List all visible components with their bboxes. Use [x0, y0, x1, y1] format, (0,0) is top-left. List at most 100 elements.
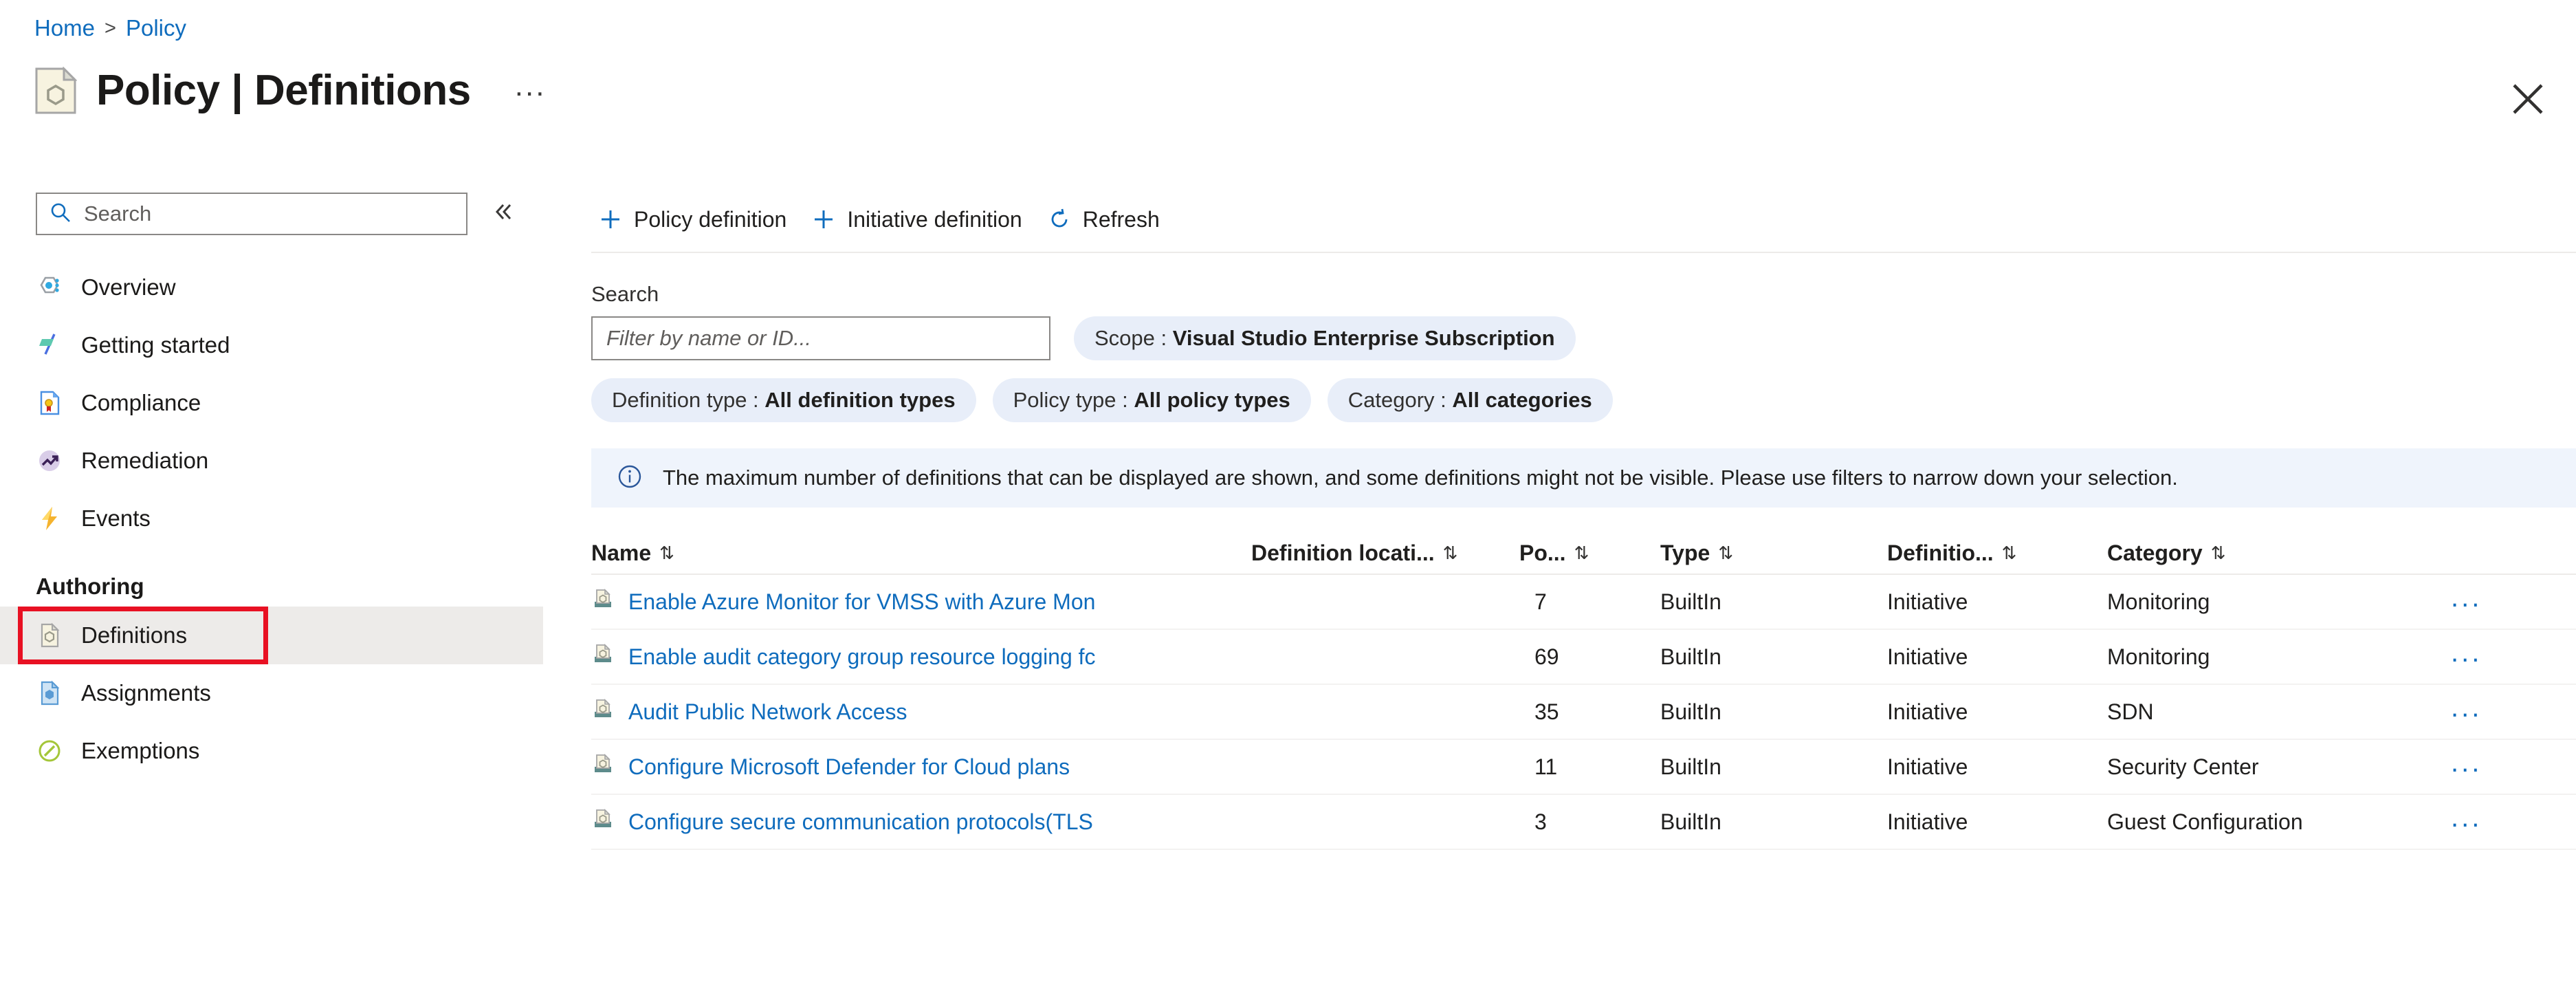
column-header-category[interactable]: Category ⇅ — [2107, 541, 2451, 566]
row-definition-type: Initiative — [1887, 754, 1968, 779]
sidebar-nav: Overview Getting started Compliance Reme… — [0, 259, 543, 780]
sidebar-item-label: Events — [81, 505, 151, 531]
table-row[interactable]: Enable Azure Monitor for VMSS with Azure… — [591, 575, 2576, 630]
compliance-ribbon-icon — [36, 389, 63, 417]
row-more-menu[interactable]: ... — [2451, 694, 2482, 730]
flag-icon — [36, 331, 63, 359]
breadcrumb-home[interactable]: Home — [34, 15, 95, 41]
search-icon — [49, 201, 71, 227]
definition-name-link[interactable]: Configure secure communication protocols… — [628, 809, 1093, 835]
sidebar: Search Overview Getting started Complian… — [0, 193, 543, 1004]
definition-name-link[interactable]: Audit Public Network Access — [628, 699, 907, 725]
table-body: Enable Azure Monitor for VMSS with Azure… — [591, 575, 2576, 850]
sidebar-item-label: Overview — [81, 274, 176, 300]
initiative-icon — [591, 642, 615, 671]
breadcrumb: Home > Policy — [34, 15, 186, 41]
sidebar-item-label: Definitions — [81, 622, 188, 648]
policy-document-icon — [34, 65, 78, 115]
row-more-menu[interactable]: ... — [2451, 804, 2482, 840]
sidebar-item-overview[interactable]: Overview — [0, 259, 543, 316]
row-policies-count: 7 — [1534, 589, 1547, 614]
sort-icon: ⇅ — [1442, 542, 1458, 563]
initiative-icon — [591, 697, 615, 726]
row-name-cell: Audit Public Network Access — [591, 697, 1251, 726]
main-content: Policy definition Initiative definition … — [591, 193, 2576, 850]
sidebar-item-label: Exemptions — [81, 738, 200, 763]
row-category: Security Center — [2107, 754, 2259, 779]
add-initiative-definition-button[interactable]: Initiative definition — [804, 197, 1039, 241]
row-name-cell: Enable audit category group resource log… — [591, 642, 1251, 671]
definition-name-link[interactable]: Configure Microsoft Defender for Cloud p… — [628, 754, 1070, 780]
refresh-button[interactable]: Refresh — [1040, 197, 1178, 241]
initiative-icon — [591, 807, 615, 836]
row-more-menu[interactable]: ... — [2451, 584, 2482, 620]
plus-icon — [811, 207, 836, 232]
add-policy-definition-button[interactable]: Policy definition — [591, 197, 804, 241]
sidebar-content-divider — [577, 74, 578, 1004]
table-row[interactable]: Enable audit category group resource log… — [591, 630, 2576, 685]
row-type: BuiltIn — [1660, 809, 1721, 834]
sort-icon: ⇅ — [659, 542, 674, 563]
pill-label: Definition type : — [612, 388, 759, 412]
sidebar-item-assignments[interactable]: Assignments — [0, 664, 543, 722]
definition-document-icon — [36, 622, 63, 649]
policy-type-filter-pill[interactable]: Policy type : All policy types — [992, 378, 1311, 422]
trend-arrow-icon — [36, 447, 63, 474]
sidebar-item-remediation[interactable]: Remediation — [0, 432, 543, 490]
row-name-cell: Enable Azure Monitor for VMSS with Azure… — [591, 587, 1251, 616]
breadcrumb-policy[interactable]: Policy — [126, 15, 186, 41]
filters-row-secondary: Definition type : All definition types P… — [591, 378, 2576, 422]
column-header-definition-location[interactable]: Definition locati... ⇅ — [1251, 541, 1519, 566]
page-title: Policy | Definitions — [96, 67, 471, 114]
sort-icon: ⇅ — [2210, 542, 2226, 563]
toolbar-divider — [591, 252, 2576, 253]
overview-hexagon-icon — [36, 274, 63, 301]
sidebar-item-compliance[interactable]: Compliance — [0, 374, 543, 432]
sidebar-item-label: Assignments — [81, 680, 211, 706]
pill-label: Scope : — [1094, 326, 1167, 350]
row-category: SDN — [2107, 699, 2154, 724]
page-more-menu[interactable]: ... — [515, 70, 547, 111]
pill-value: Visual Studio Enterprise Subscription — [1172, 326, 1555, 350]
category-filter-pill[interactable]: Category : All categories — [1327, 378, 1613, 422]
definition-name-link[interactable]: Enable audit category group resource log… — [628, 644, 1096, 670]
definition-type-filter-pill[interactable]: Definition type : All definition types — [591, 378, 976, 422]
row-actions-cell: ... — [2451, 639, 2575, 675]
definitions-table: Name ⇅ Definition locati... ⇅ Po... ⇅ Ty… — [591, 532, 2576, 850]
column-label: Definition locati... — [1251, 540, 1435, 565]
table-header-row: Name ⇅ Definition locati... ⇅ Po... ⇅ Ty… — [591, 532, 2576, 575]
sidebar-item-label: Remediation — [81, 448, 209, 473]
column-label: Definitio... — [1887, 540, 1994, 565]
filter-placeholder: Filter by name or ID... — [606, 326, 812, 350]
row-type: BuiltIn — [1660, 699, 1721, 724]
sort-icon: ⇅ — [2001, 542, 2017, 563]
definition-name-link[interactable]: Enable Azure Monitor for VMSS with Azure… — [628, 589, 1095, 615]
sidebar-search-row: Search — [0, 193, 543, 235]
column-header-policies[interactable]: Po... ⇅ — [1519, 541, 1660, 566]
pill-value: All policy types — [1134, 388, 1290, 412]
table-row[interactable]: Configure Microsoft Defender for Cloud p… — [591, 740, 2576, 795]
column-header-definition-type[interactable]: Definitio... ⇅ — [1887, 541, 2107, 566]
row-definition-type: Initiative — [1887, 699, 1968, 724]
sidebar-item-events[interactable]: Events — [0, 490, 543, 547]
column-label: Category — [2107, 540, 2203, 565]
initiative-icon — [591, 587, 615, 616]
search-field-label: Search — [591, 282, 659, 306]
sidebar-item-getting-started[interactable]: Getting started — [0, 316, 543, 374]
sidebar-item-exemptions[interactable]: Exemptions — [0, 722, 543, 780]
close-icon[interactable] — [2510, 81, 2546, 117]
info-banner-text: The maximum number of definitions that c… — [663, 466, 2178, 490]
collapse-sidebar-button[interactable] — [488, 197, 517, 231]
column-header-type[interactable]: Type ⇅ — [1660, 541, 1887, 566]
table-row[interactable]: Audit Public Network Access 35 BuiltIn I… — [591, 685, 2576, 740]
filter-by-name-input[interactable]: Filter by name or ID... — [591, 316, 1050, 360]
pill-value: All definition types — [764, 388, 956, 412]
row-more-menu[interactable]: ... — [2451, 749, 2482, 785]
sidebar-section-authoring: Authoring — [36, 574, 144, 599]
scope-filter-pill[interactable]: Scope : Visual Studio Enterprise Subscri… — [1074, 316, 1576, 360]
sidebar-item-definitions[interactable]: Definitions — [0, 607, 543, 664]
column-header-name[interactable]: Name ⇅ — [591, 541, 1251, 566]
row-more-menu[interactable]: ... — [2451, 639, 2482, 675]
table-row[interactable]: Configure secure communication protocols… — [591, 795, 2576, 850]
search-input[interactable]: Search — [36, 193, 467, 235]
